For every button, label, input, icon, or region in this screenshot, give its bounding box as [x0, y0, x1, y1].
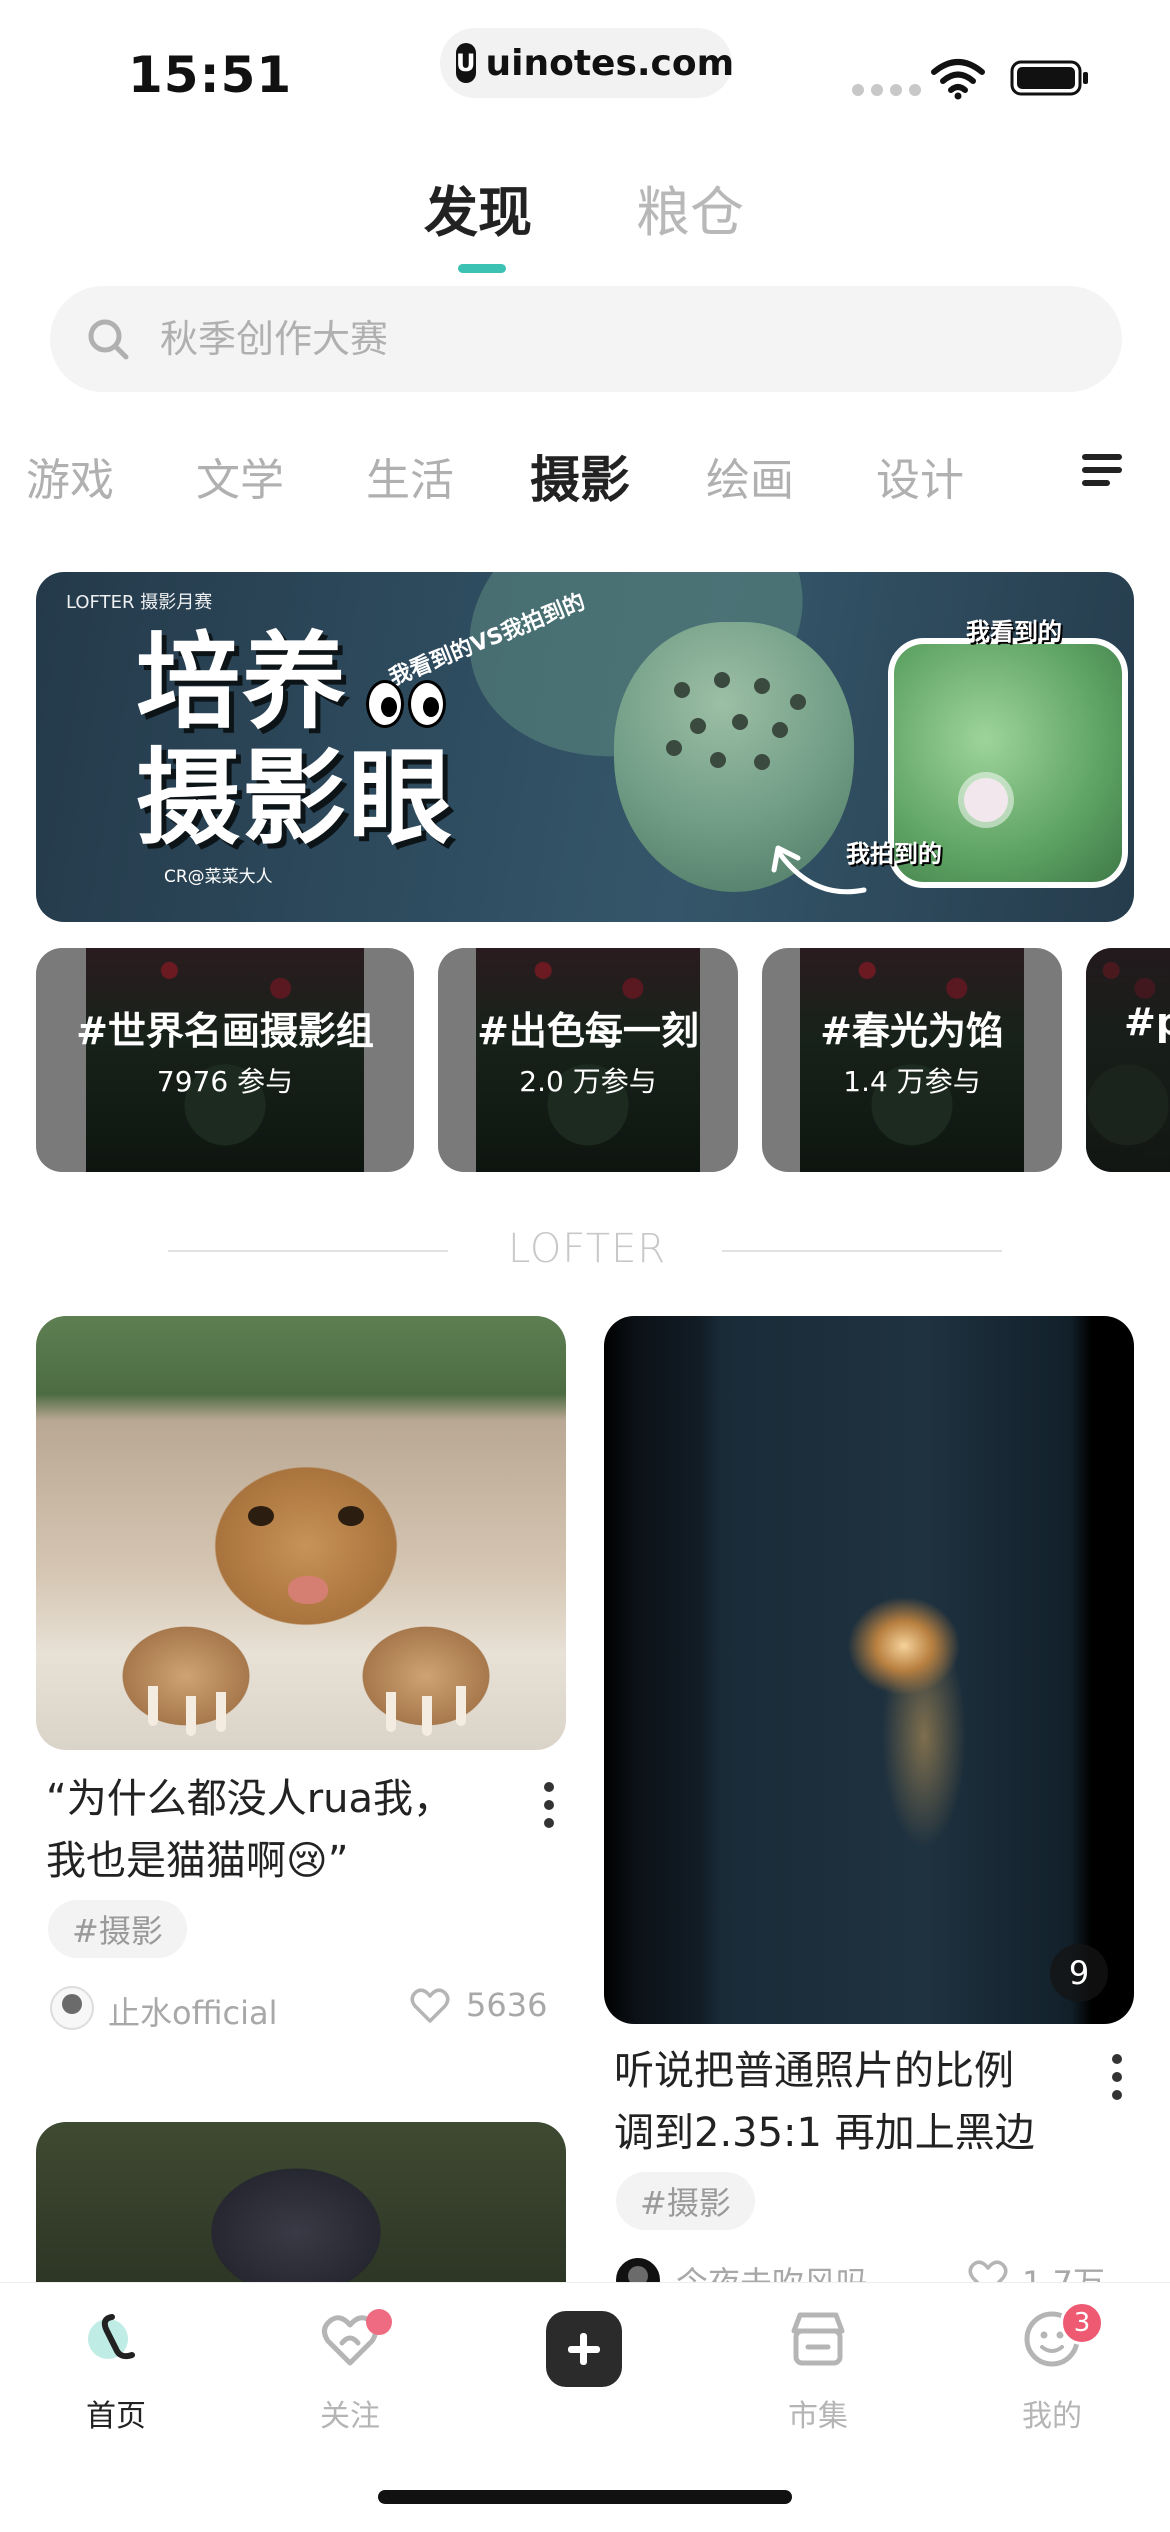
search-icon — [88, 319, 129, 360]
topic-title: #春光为馅 — [820, 1009, 1004, 1053]
topic-title: #p — [1124, 1000, 1170, 1044]
topic-card[interactable]: #p — [1086, 948, 1170, 1172]
topic-card[interactable]: #世界名画摄影组 7976 参与 — [36, 948, 414, 1172]
topic-count: 1.4 万参与 — [843, 1065, 981, 1098]
post-title[interactable]: “为什么都没人rua我， 我也是猫猫啊😢” — [46, 1768, 516, 1892]
nav-follow[interactable]: 关注 — [270, 2309, 430, 2449]
topic-title: #出色每一刻 — [477, 1009, 699, 1053]
notification-badge: 3 — [1060, 2301, 1104, 2345]
topic-count: 2.0 万参与 — [519, 1065, 657, 1098]
category-photography[interactable]: 摄影 — [530, 440, 630, 512]
eyes-icon — [366, 680, 446, 728]
nav-profile[interactable]: 3 我的 — [972, 2301, 1132, 2449]
topic-title: #世界名画摄影组 — [76, 1009, 374, 1053]
heart-icon[interactable] — [410, 1988, 450, 2024]
banner-credit: CR@菜菜大人 — [164, 867, 273, 887]
search-bar[interactable] — [50, 286, 1122, 392]
category-row: 游戏 文学 生活 摄影 绘画 设计 — [0, 444, 1170, 524]
author-name[interactable]: 止水official — [108, 1988, 278, 2034]
more-icon[interactable] — [542, 1780, 556, 1830]
post-title[interactable]: 听说把普通照片的比例 调到2.35:1 再加上黑边 — [614, 2040, 1084, 2164]
wifi-icon — [931, 59, 985, 100]
add-icon[interactable] — [546, 2311, 622, 2387]
status-bar: 15:51 U uinotes.com — [0, 0, 1170, 120]
nav-label: 市集 — [788, 2399, 848, 2434]
home-icon — [88, 2314, 135, 2360]
divider-line — [722, 1250, 1002, 1252]
nav-label: 我的 — [1022, 2399, 1082, 2434]
like-count: 5636 — [466, 1986, 548, 2024]
banner-label-seen: 我看到的 — [966, 618, 1062, 646]
post-tag[interactable]: #摄影 — [48, 1900, 187, 1958]
post-image-night[interactable] — [604, 1316, 1134, 2024]
tab-discover[interactable]: 发现 — [424, 168, 532, 247]
banner-logo: LOFTER 摄影月赛 — [66, 592, 213, 613]
more-icon[interactable] — [1110, 2052, 1124, 2102]
category-game[interactable]: 游戏 — [26, 444, 114, 508]
post-image-tiger[interactable] — [36, 1316, 566, 1750]
nav-label: 关注 — [320, 2399, 380, 2434]
menu-icon[interactable] — [1082, 452, 1124, 488]
battery-icon — [1010, 60, 1088, 96]
lofter-logo: LOFTER — [508, 1226, 667, 1272]
search-input[interactable] — [160, 317, 1060, 361]
shop-icon — [791, 2312, 845, 2366]
category-life[interactable]: 生活 — [366, 444, 454, 508]
arrow-icon — [771, 845, 867, 895]
post-tag[interactable]: #摄影 — [616, 2172, 755, 2230]
tab-indicator — [458, 264, 506, 273]
url-text: uinotes.com — [485, 42, 735, 84]
avatar[interactable] — [50, 1986, 94, 2030]
topic-carousel: #世界名画摄影组 7976 参与 #出色每一刻 2.0 万参与 #春光为馅 1.… — [0, 948, 1170, 1172]
status-time: 15:51 — [128, 46, 293, 104]
url-pill[interactable]: U uinotes.com — [440, 28, 735, 98]
nav-market[interactable]: 市集 — [738, 2309, 898, 2449]
topic-card[interactable]: #出色每一刻 2.0 万参与 — [438, 948, 738, 1172]
topic-card[interactable]: #春光为馅 1.4 万参与 — [762, 948, 1062, 1172]
category-painting[interactable]: 绘画 — [706, 444, 794, 508]
home-indicator — [378, 2490, 792, 2504]
category-design[interactable]: 设计 — [876, 444, 964, 508]
nav-home[interactable]: 首页 — [36, 2309, 196, 2449]
signal-dots-icon — [852, 84, 921, 96]
divider-line — [168, 1250, 448, 1252]
image-count-badge: 9 — [1050, 1944, 1108, 2002]
category-literature[interactable]: 文学 — [196, 444, 284, 508]
tab-granary[interactable]: 粮仓 — [636, 168, 744, 247]
nav-label: 首页 — [86, 2399, 146, 2434]
topic-count: 7976 参与 — [156, 1065, 294, 1098]
site-logo-icon: U — [456, 43, 476, 83]
notification-dot — [366, 2309, 392, 2335]
promo-banner[interactable]: LOFTER 摄影月赛 培养 摄影眼 我看到的VS我拍到的 CR@菜菜大人 我看… — [36, 572, 1134, 922]
